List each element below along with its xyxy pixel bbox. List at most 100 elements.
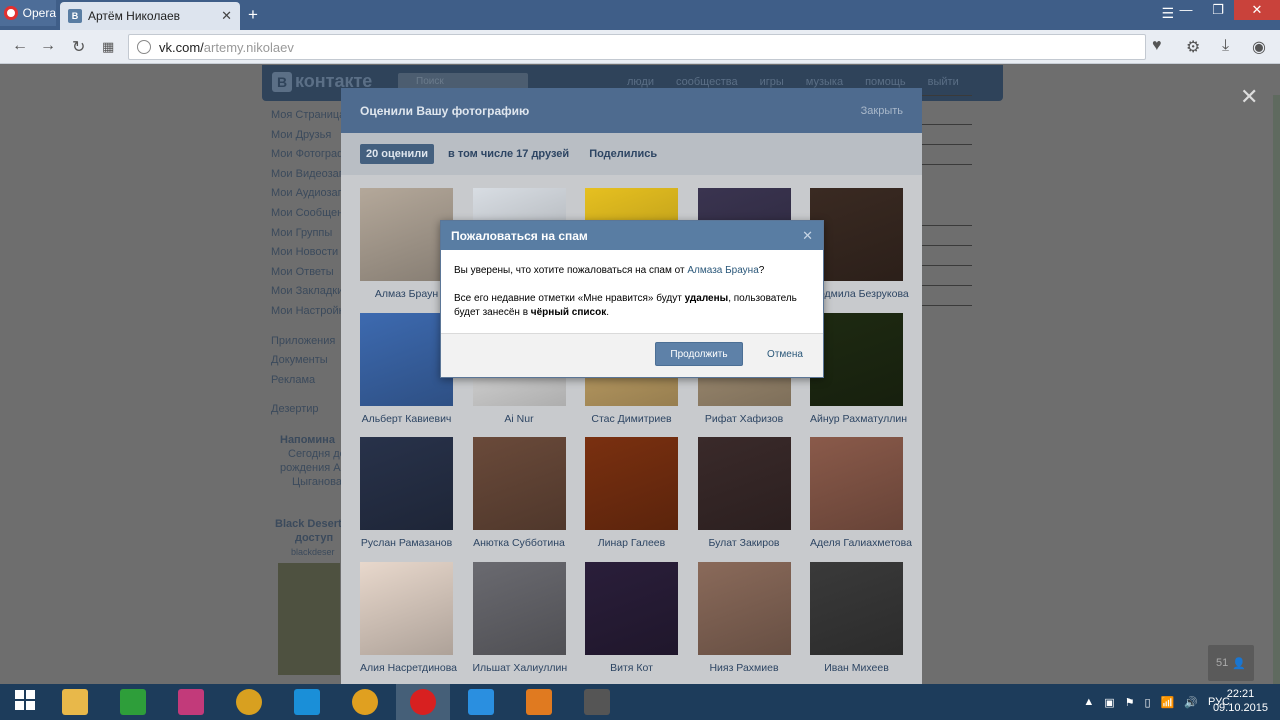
vk-nav-communities[interactable]: сообщества (676, 76, 738, 88)
user-name[interactable]: Ильшат Халиуллин (473, 662, 568, 674)
liked-user-card[interactable]: Витя Кот (585, 561, 678, 674)
overlay-close-icon[interactable]: ✕ (1240, 84, 1258, 110)
taskbar-item[interactable] (570, 684, 624, 720)
reported-user-link[interactable]: Алмаза Брауна (687, 265, 758, 276)
liked-user-card[interactable]: Алия Насретдинова (360, 561, 457, 674)
tray-battery-icon[interactable]: ▯ (1145, 696, 1151, 709)
spam-dialog-close-icon[interactable]: ✕ (802, 228, 813, 244)
user-name[interactable]: Иван Михеев (810, 662, 903, 674)
likes-modal-close-button[interactable]: Закрыть (861, 105, 903, 117)
window-close-icon[interactable]: ✕ (1234, 0, 1280, 20)
taskbar-item[interactable] (222, 684, 276, 720)
user-avatar[interactable] (360, 561, 453, 655)
user-name[interactable]: Булат Закиров (698, 537, 791, 549)
user-name[interactable]: Руслан Рамазанов (360, 537, 453, 549)
ad-image[interactable] (278, 563, 340, 675)
ad-block[interactable]: Black Desert доступ blackdeser (275, 517, 342, 559)
vk-nav-games[interactable]: игры (760, 76, 784, 88)
user-name[interactable]: Айнур Рахматуллин (810, 413, 907, 425)
liked-user-card[interactable]: Линар Галеев (585, 437, 678, 549)
user-name[interactable]: Ai Nur (473, 413, 566, 425)
vk-logo-icon: B (272, 71, 292, 92)
minimize-icon[interactable]: — (1170, 0, 1202, 20)
vk-nav-music[interactable]: музыка (806, 76, 843, 88)
system-clock[interactable]: 22:21 09.10.2015 (1213, 687, 1268, 715)
heart-icon[interactable]: ♥ (1152, 37, 1162, 55)
user-avatar[interactable] (697, 437, 791, 530)
taskbar-item[interactable] (164, 684, 218, 720)
likes-modal-tabs: 20 оценили в том числе 17 друзей Поделил… (341, 133, 922, 175)
taskbar-item[interactable] (512, 684, 566, 720)
clock-time: 22:21 (1226, 688, 1255, 700)
user-avatar[interactable] (472, 561, 566, 655)
tab-liked[interactable]: 20 оценили (360, 144, 435, 164)
user-avatar[interactable] (810, 561, 903, 655)
user-name[interactable]: Рифат Хафизов (698, 413, 791, 425)
tab-friends[interactable]: в том числе 17 друзей (442, 144, 575, 164)
spam-dialog-title: Пожаловаться на спам (451, 228, 588, 243)
taskbar-item[interactable] (48, 684, 102, 720)
opera-menu-button[interactable]: Opera (0, 0, 56, 26)
user-name[interactable]: Аделя Галиахметова (810, 537, 912, 549)
reload-icon[interactable]: ↻ (72, 37, 85, 57)
vk-top-nav: люди сообщества игры музыка помощь выйти (627, 76, 959, 88)
tab-close-icon[interactable]: ✕ (221, 8, 232, 24)
notifications-badge[interactable]: 51 👤 (1208, 645, 1254, 681)
tray-volume-icon[interactable]: 🔊 (1184, 696, 1198, 709)
tray-network-icon[interactable]: 📶 (1161, 696, 1175, 709)
tray-windows-icon[interactable]: ▣ (1104, 696, 1114, 709)
taskbar-item[interactable] (0, 684, 54, 720)
liked-user-card[interactable]: Нияз Рахмиев (697, 561, 791, 674)
media-player-icon (236, 689, 262, 715)
new-tab-icon[interactable]: + (248, 5, 258, 25)
user-avatar[interactable] (697, 561, 791, 655)
download-icon[interactable]: ⤓ (1222, 37, 1229, 55)
vk-nav-help[interactable]: помощь (865, 76, 906, 88)
user-avatar[interactable] (585, 561, 678, 655)
liked-user-card[interactable]: Аделя Галиахметова (810, 437, 912, 549)
vk-nav-people[interactable]: люди (627, 76, 654, 88)
address-bar[interactable]: vk.com/artemy.nikolaev (128, 34, 1146, 60)
tray-flag-icon[interactable]: ⚑ (1125, 696, 1135, 709)
back-icon[interactable]: ← (12, 37, 28, 55)
taskbar-item[interactable] (338, 684, 392, 720)
user-name[interactable]: Анютка Субботина (473, 537, 566, 549)
liked-user-card[interactable]: Ильшат Халиуллин (472, 561, 568, 674)
user-name[interactable]: Алия Насретдинова (360, 662, 457, 674)
store-icon (120, 689, 146, 715)
taskbar-item[interactable] (396, 684, 450, 720)
liked-user-card[interactable]: Иван Михеев (810, 561, 903, 674)
user-name[interactable]: Линар Галеев (585, 537, 678, 549)
divider (922, 95, 972, 96)
user-name[interactable]: Стас Димитриев (585, 413, 678, 425)
taskbar-item[interactable] (106, 684, 160, 720)
liked-user-card[interactable]: Анютка Субботина (472, 437, 566, 549)
account-icon[interactable]: ◉ (1252, 37, 1266, 57)
window-controls: — ❐ ✕ (1170, 0, 1280, 22)
spam-dialog-header: Пожаловаться на спам ✕ (441, 221, 823, 250)
user-avatar[interactable] (472, 437, 566, 530)
likes-modal-title: Оценили Вашу фотографию (360, 103, 530, 118)
user-avatar[interactable] (360, 437, 453, 530)
cancel-button[interactable]: Отмена (759, 342, 811, 366)
video-app-icon (526, 689, 552, 715)
user-name[interactable]: Альберт Кавиевич (360, 413, 453, 425)
restore-icon[interactable]: ❐ (1202, 0, 1234, 20)
taskbar-item[interactable] (454, 684, 508, 720)
liked-user-card[interactable]: Булат Закиров (697, 437, 791, 549)
tab-title: Артём Николаев (88, 9, 181, 23)
browser-tab[interactable]: B Артём Николаев ✕ (60, 2, 240, 30)
taskbar-item[interactable] (280, 684, 334, 720)
tab-shared[interactable]: Поделились (583, 144, 663, 164)
vk-nav-logout[interactable]: выйти (928, 76, 959, 88)
user-name[interactable]: Нияз Рахмиев (698, 662, 791, 674)
user-avatar[interactable] (810, 437, 903, 530)
speed-dial-icon[interactable]: ▦ (102, 39, 114, 55)
user-name[interactable]: Витя Кот (585, 662, 678, 674)
extension-icon[interactable]: ⚙ (1186, 37, 1200, 57)
user-avatar[interactable] (585, 437, 678, 530)
continue-button[interactable]: Продолжить (655, 342, 743, 366)
tray-up-arrow-icon[interactable]: ▲ (1083, 696, 1094, 708)
forward-icon[interactable]: → (40, 37, 56, 55)
liked-user-card[interactable]: Руслан Рамазанов (360, 437, 453, 549)
